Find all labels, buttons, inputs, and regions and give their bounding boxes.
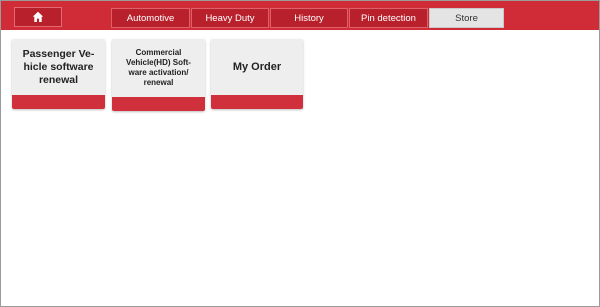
tab-store[interactable]: Store: [429, 8, 504, 28]
tile-my-order[interactable]: My Order: [211, 39, 303, 109]
app-screen: Automotive Heavy Duty History Pin detect…: [0, 0, 600, 307]
home-icon: [32, 11, 44, 22]
tab-pin-detection[interactable]: Pin detection: [349, 8, 428, 28]
tile-commercial-vehicle-software-activation[interactable]: Commercial Vehicle(HD) Soft- ware activa…: [112, 39, 205, 111]
tab-heavy-duty[interactable]: Heavy Duty: [191, 8, 269, 28]
tile-accent-bar: [112, 97, 205, 111]
tile-label: Passenger Ve- hicle software renewal: [22, 47, 95, 86]
tile-accent-bar: [12, 95, 105, 109]
home-button[interactable]: [14, 7, 62, 27]
top-navigation-bar: Automotive Heavy Duty History Pin detect…: [1, 1, 599, 30]
tile-accent-bar: [211, 95, 303, 109]
tab-history[interactable]: History: [270, 8, 348, 28]
tile-label: My Order: [232, 60, 282, 73]
tile-label: Commercial Vehicle(HD) Soft- ware activa…: [126, 48, 191, 87]
tab-automotive[interactable]: Automotive: [111, 8, 190, 28]
tile-passenger-vehicle-software-renewal[interactable]: Passenger Ve- hicle software renewal: [12, 39, 105, 109]
